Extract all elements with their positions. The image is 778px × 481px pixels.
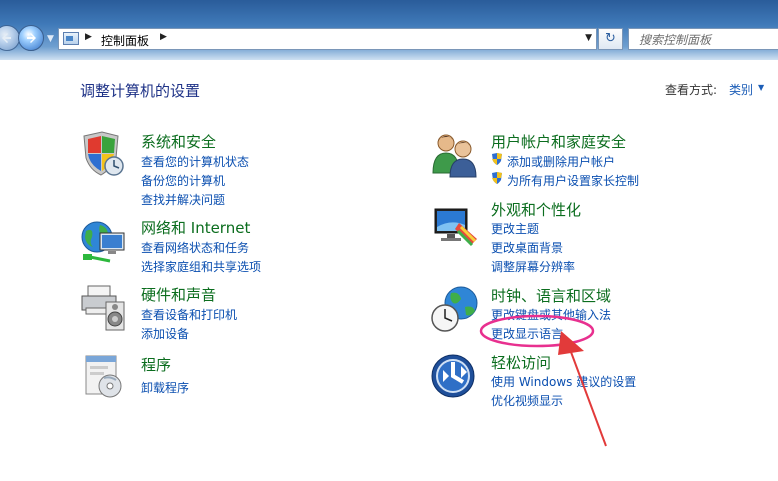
annotation-overlay [479, 314, 607, 447]
highlight-ellipse [479, 314, 595, 348]
annotation-arrow-head [558, 331, 584, 355]
annotation-arrow-line [570, 351, 607, 447]
